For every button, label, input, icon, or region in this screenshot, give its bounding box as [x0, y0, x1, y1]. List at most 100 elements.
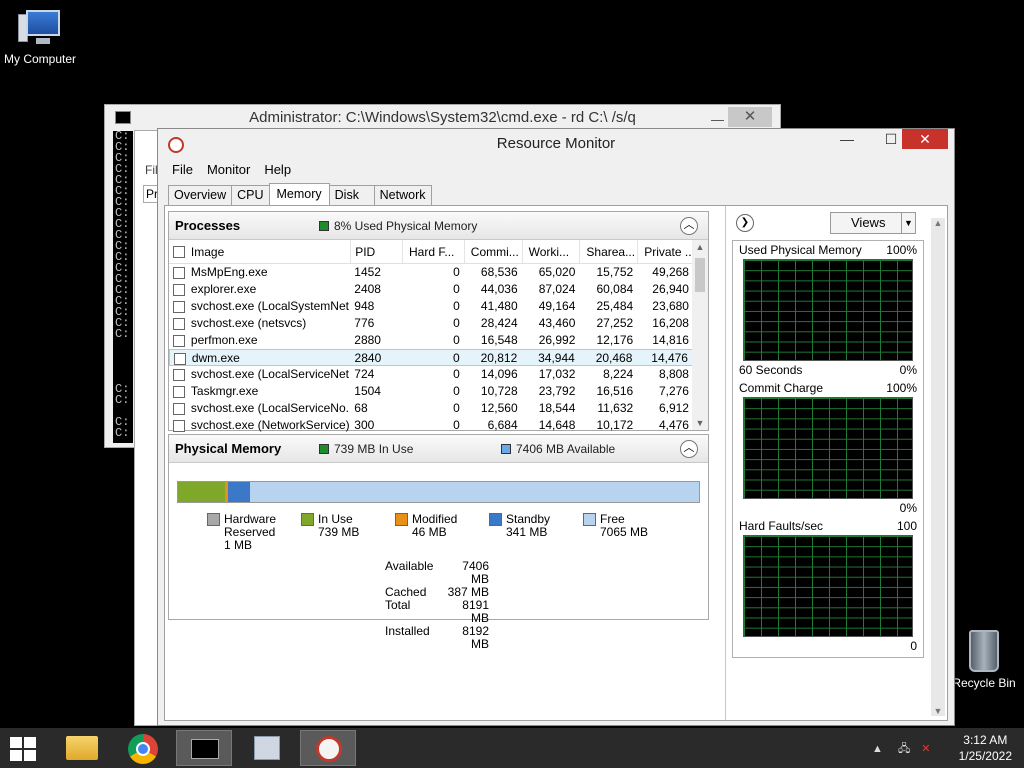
table-cell: 18,544 [538, 401, 576, 415]
processes-scrollbar[interactable]: ▲ ▼ [692, 240, 708, 430]
table-row[interactable]: Taskmgr.exe 1504 0 10,728 23,792 16,516 7,276 [169, 383, 693, 400]
expand-arrow-icon[interactable]: ❯ [736, 214, 754, 232]
close-button[interactable]: ✕ [902, 129, 948, 149]
scroll-thumb[interactable] [695, 258, 705, 292]
table-row[interactable]: svchost.exe (NetworkService) 300 0 6,684 14,… [169, 417, 693, 434]
tab-network[interactable]: Network [373, 185, 432, 205]
menu-file[interactable]: File [172, 159, 193, 181]
desktop-icon-recycle-bin[interactable]: Recycle Bin [944, 630, 1024, 690]
summary-value: 8192 MB [462, 624, 489, 651]
select-all-checkbox[interactable] [169, 240, 191, 263]
table-cell: 7,276 [658, 384, 689, 398]
table-cell: Taskmgr.exe [190, 384, 259, 398]
col-image[interactable]: Image [191, 240, 350, 263]
row-checkbox[interactable] [170, 350, 192, 365]
table-cell: 11,632 [597, 401, 634, 415]
volume-muted-icon[interactable]: ✕ [921, 743, 930, 755]
perfmon-menu-partial[interactable]: Fil [145, 163, 158, 177]
table-row[interactable]: perfmon.exe 2880 0 16,548 26,992 12,176 14,816 [169, 332, 693, 349]
taskbar-performance-monitor[interactable] [238, 730, 294, 766]
start-button[interactable] [0, 730, 48, 766]
resource-monitor-icon [316, 736, 342, 762]
minimize-button[interactable]: — [834, 131, 860, 151]
graph-pane-header: ❯ Views ▼ [732, 212, 922, 234]
table-cell: svchost.exe (LocalServiceNet... [190, 367, 351, 381]
table-row[interactable]: svchost.exe (LocalServiceNet... 724 0 14,09… [169, 366, 693, 383]
legend-swatch [301, 513, 314, 526]
table-cell: 1452 [354, 265, 381, 279]
col-pid[interactable]: PID [350, 240, 402, 263]
row-checkbox[interactable] [169, 366, 191, 383]
legend-item: Free 7065 MB [583, 513, 648, 539]
table-row[interactable]: svchost.exe (LocalSystemNet... 948 0 41,480… [169, 298, 693, 315]
table-cell: svchost.exe (LocalServiceNo... [190, 401, 351, 415]
table-cell: 4,476 [658, 418, 689, 432]
legend-swatch [395, 513, 408, 526]
table-cell: 2840 [354, 351, 382, 365]
scroll-up-icon[interactable]: ▲ [931, 218, 945, 228]
taskbar-chrome[interactable] [114, 730, 170, 766]
row-checkbox[interactable] [169, 281, 191, 298]
row-checkbox[interactable] [169, 315, 191, 332]
graph-pane-scrollbar[interactable]: ▲ ▼ [931, 218, 945, 716]
title-bar[interactable]: Resource Monitor — ☐ ✕ [158, 129, 954, 159]
scroll-up-icon[interactable]: ▲ [692, 242, 708, 252]
table-cell: 10,728 [480, 384, 518, 398]
graph-min-commit-charge: 0% [899, 501, 917, 515]
collapse-chevron-icon[interactable]: ︿ [680, 440, 698, 458]
table-row[interactable]: svchost.exe (LocalServiceNo... 68 0 12,560 1… [169, 400, 693, 417]
cmd-console-output: C: C: C: C: C: C: C: C: C: C: C: C: C: C… [113, 131, 133, 443]
table-cell: 6,912 [658, 401, 689, 415]
menu-help[interactable]: Help [264, 159, 291, 181]
menu-monitor[interactable]: Monitor [207, 159, 250, 181]
col-commit[interactable]: Commi... [463, 240, 522, 263]
resource-monitor-window[interactable]: Resource Monitor — ☐ ✕ File Monitor Help… [157, 128, 955, 726]
memory-summary: Available 7406 MB Cached 387 MB Total 8191 MB… [385, 560, 489, 651]
dropdown-arrow-icon[interactable]: ▼ [901, 213, 915, 233]
table-cell: svchost.exe (LocalSystemNet... [190, 299, 351, 313]
table-row[interactable]: dwm.exe 2840 0 20,812 34,944 20,468 14,476 [169, 349, 693, 366]
graphs-container: Used Physical Memory 100% 60 Seconds 0% … [732, 240, 924, 658]
row-checkbox[interactable] [169, 332, 191, 349]
scroll-down-icon[interactable]: ▼ [931, 706, 945, 716]
tab-cpu[interactable]: CPU [231, 185, 270, 205]
row-checkbox[interactable] [169, 298, 191, 315]
table-cell: 41,480 [480, 299, 518, 313]
taskbar-file-explorer[interactable] [54, 730, 110, 766]
row-checkbox[interactable] [169, 400, 191, 417]
tab-memory[interactable]: Memory [268, 183, 330, 205]
collapse-chevron-icon[interactable]: ︿ [680, 217, 698, 235]
desktop-icon-my-computer[interactable]: My Computer [0, 8, 80, 66]
physical-memory-header[interactable]: Physical Memory 739 MB In Use 7406 MB Av… [169, 435, 708, 463]
views-dropdown[interactable]: Views ▼ [830, 212, 916, 234]
row-checkbox[interactable] [169, 383, 191, 400]
table-cell: MsMpEng.exe [190, 265, 268, 279]
col-shareable[interactable]: Sharea... [579, 240, 637, 263]
processes-header[interactable]: Processes 8% Used Physical Memory ︿ [169, 212, 708, 240]
close-button[interactable]: ✕ [728, 107, 772, 127]
show-hidden-icons-icon[interactable]: ▲ [872, 743, 883, 755]
table-row[interactable]: svchost.exe (netsvcs) 776 0 28,424 43,460 27,… [169, 315, 693, 332]
table-cell: 14,816 [652, 333, 689, 347]
col-hard-faults[interactable]: Hard F... [402, 240, 464, 263]
table-row[interactable]: MsMpEng.exe 1452 0 68,536 65,020 15,752 49,268 [169, 264, 693, 281]
row-checkbox[interactable] [169, 417, 191, 434]
table-row[interactable]: explorer.exe 2408 0 44,036 87,024 60,084 26,94… [169, 281, 693, 298]
table-cell: svchost.exe (netsvcs) [190, 316, 307, 330]
col-private[interactable]: Private ... [637, 240, 693, 263]
row-checkbox[interactable] [169, 264, 191, 281]
scroll-down-icon[interactable]: ▼ [692, 418, 708, 428]
col-working-set[interactable]: Worki... [521, 240, 580, 263]
taskbar-cmd[interactable] [176, 730, 232, 766]
legend-value: 739 MB [318, 525, 360, 539]
network-icon[interactable]: 🖧 [898, 743, 910, 755]
tab-disk[interactable]: Disk [328, 185, 375, 205]
tab-overview[interactable]: Overview [168, 185, 233, 205]
table-cell: 17,032 [538, 367, 576, 381]
table-cell: 0 [453, 282, 460, 296]
taskbar-resource-monitor[interactable] [300, 730, 356, 766]
maximize-button[interactable]: ☐ [878, 131, 904, 151]
clock[interactable]: 3:12 AM 1/25/2022 [959, 732, 1012, 764]
summary-row: Total 8191 MB [385, 599, 489, 625]
legend-value: 1 MB [224, 538, 253, 552]
